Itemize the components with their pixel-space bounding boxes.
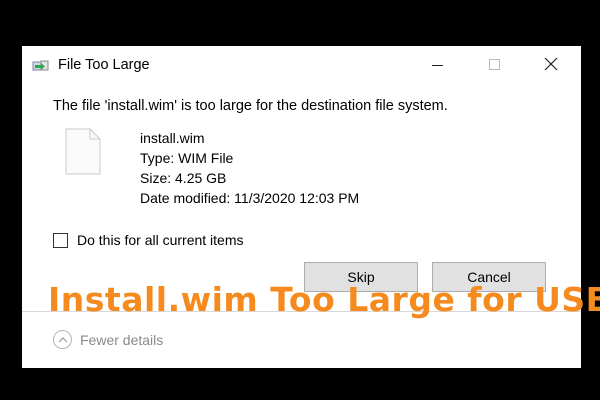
title-bar: File Too Large	[22, 46, 581, 86]
apply-to-all-checkbox[interactable]	[53, 232, 68, 248]
blank-file-icon	[65, 128, 101, 175]
file-details: install.wim Type: WIM File Size: 4.25 GB…	[140, 128, 359, 208]
apply-to-all-label[interactable]: Do this for all current items	[77, 232, 244, 248]
close-icon	[544, 57, 558, 71]
file-name: install.wim	[140, 130, 205, 146]
chevron-up-icon[interactable]	[53, 330, 72, 349]
overlay-caption: Install.wim Too Large for USB	[48, 280, 600, 319]
file-type: Type: WIM File	[140, 150, 234, 166]
minimize-button[interactable]	[414, 46, 460, 82]
file-date-modified: Date modified: 11/3/2020 12:03 PM	[140, 190, 360, 206]
close-button[interactable]	[528, 46, 574, 82]
fewer-details-label[interactable]: Fewer details	[80, 332, 163, 348]
error-message: The file 'install.wim' is too large for …	[53, 98, 448, 114]
file-size: Size: 4.25 GB	[140, 170, 227, 186]
maximize-icon	[488, 58, 500, 70]
file-too-large-dialog: File Too Large The file 'install.wim' is…	[22, 46, 581, 368]
minimize-icon	[431, 64, 443, 66]
apply-to-all-row[interactable]: Do this for all current items	[53, 232, 244, 248]
copy-transfer-icon	[32, 58, 50, 74]
maximize-button[interactable]	[471, 46, 517, 82]
fewer-details-toggle[interactable]: Fewer details	[53, 330, 163, 349]
dialog-title: File Too Large	[58, 57, 150, 73]
